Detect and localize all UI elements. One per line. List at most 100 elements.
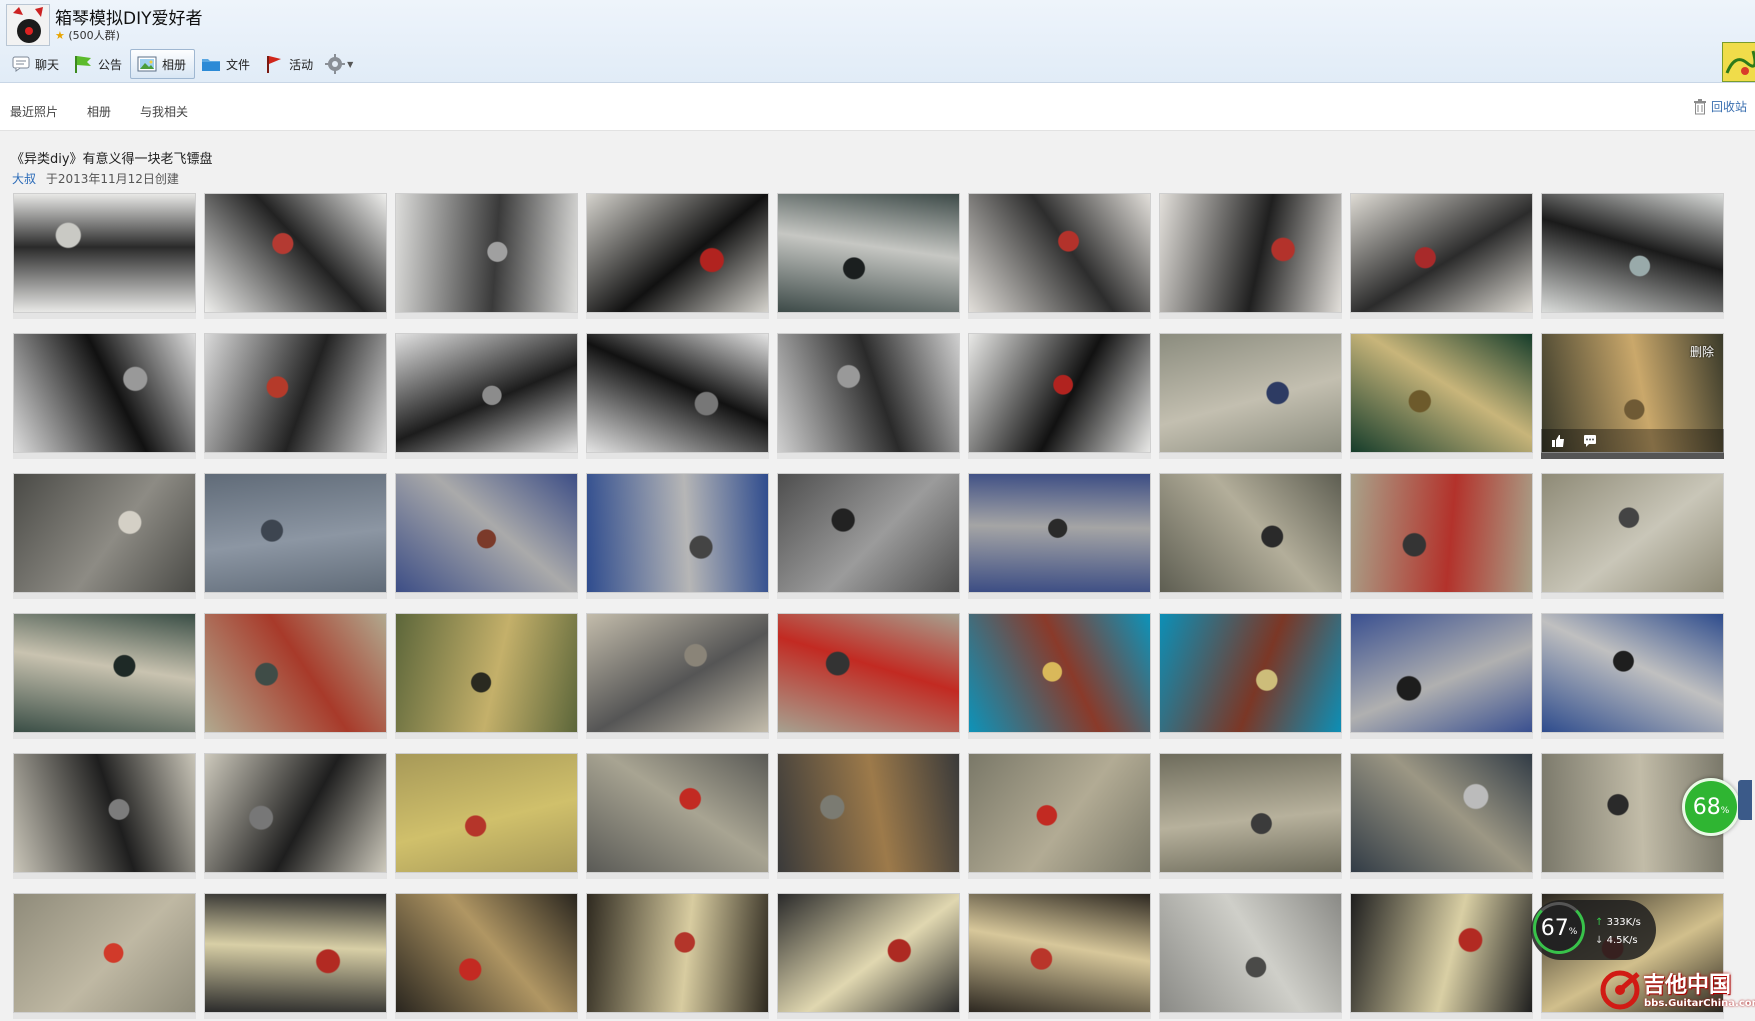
photo-thumbnail[interactable] (1159, 893, 1342, 1019)
photo-thumbnail[interactable] (13, 473, 196, 599)
photo-thumbnail[interactable] (13, 613, 196, 739)
tab-album[interactable]: 相册 (130, 49, 196, 79)
photo-thumbnail[interactable] (586, 753, 769, 879)
photo-thumbnail[interactable] (586, 893, 769, 1019)
photo-caption-bar (1350, 453, 1533, 459)
photo-thumbnail[interactable] (777, 753, 960, 879)
network-monitor[interactable]: 67% ↑ 333K/s ↓ 4.5K/s (1531, 900, 1656, 960)
photo-thumbnail[interactable] (968, 193, 1151, 319)
photo-thumbnail[interactable] (395, 753, 578, 879)
speed-side-tab[interactable] (1738, 780, 1752, 820)
photo-thumbnail[interactable] (777, 473, 960, 599)
photo-thumbnail[interactable] (968, 753, 1151, 879)
photo-thumbnail[interactable] (968, 893, 1151, 1019)
folder-icon (202, 59, 221, 71)
photo-caption-bar (1159, 593, 1342, 599)
photo-thumbnail[interactable] (1159, 193, 1342, 319)
photo-thumbnail[interactable] (586, 333, 769, 459)
photo-delete-button[interactable]: 删除 (1690, 343, 1714, 360)
photo-image (204, 613, 387, 733)
photo-thumbnail[interactable] (13, 193, 196, 319)
photo-caption-bar (1159, 313, 1342, 319)
photo-thumbnail[interactable] (777, 193, 960, 319)
photo-image (395, 193, 578, 313)
photo-thumbnail[interactable] (1541, 473, 1724, 599)
subnav-recent-photos[interactable]: 最近照片 (10, 103, 58, 120)
photo-thumbnail[interactable] (1350, 193, 1533, 319)
photo-thumbnail[interactable] (1350, 753, 1533, 879)
tab-announcement[interactable]: 公告 (67, 49, 130, 79)
photo-image (395, 753, 578, 873)
photo-thumbnail[interactable] (777, 893, 960, 1019)
photo-thumbnail[interactable] (1350, 333, 1533, 459)
photo-caption-bar (13, 593, 196, 599)
group-avatar[interactable] (6, 4, 50, 46)
photo-image (1159, 753, 1342, 873)
photo-caption-bar (1541, 593, 1724, 599)
photo-thumbnail[interactable] (13, 333, 196, 459)
photo-thumbnail[interactable] (586, 193, 769, 319)
settings-menu-button[interactable]: ▼ (321, 49, 357, 79)
photo-thumbnail[interactable] (395, 333, 578, 459)
photo-image (395, 613, 578, 733)
photo-thumbnail[interactable] (204, 193, 387, 319)
comment-icon[interactable] (1583, 434, 1597, 448)
photo-thumbnail[interactable] (777, 613, 960, 739)
photo-thumbnail[interactable] (586, 473, 769, 599)
photo-caption-bar (586, 593, 769, 599)
photo-caption-bar (13, 733, 196, 739)
photo-thumbnail[interactable] (204, 333, 387, 459)
photo-image (1159, 333, 1342, 453)
photo-thumbnail[interactable] (777, 333, 960, 459)
tab-activity[interactable]: 活动 (258, 49, 321, 79)
recycle-bin-link[interactable]: 回收站 (1693, 98, 1747, 115)
photo-caption-bar (586, 313, 769, 319)
photo-thumbnail[interactable] (1159, 753, 1342, 879)
subnav-albums[interactable]: 相册 (87, 103, 111, 120)
photo-thumbnail[interactable] (1350, 893, 1533, 1019)
photo-thumbnail[interactable] (968, 333, 1151, 459)
photo-thumbnail[interactable] (204, 613, 387, 739)
photo-thumbnail[interactable]: 删除 (1541, 333, 1724, 459)
photo-thumbnail[interactable] (13, 753, 196, 879)
photo-thumbnail[interactable] (968, 613, 1151, 739)
photo-thumbnail[interactable] (395, 473, 578, 599)
tab-chat[interactable]: 聊天 (6, 49, 67, 79)
watermark-url: bbs.GuitarChina.com (1644, 998, 1755, 1009)
photo-thumbnail[interactable] (204, 753, 387, 879)
photo-thumbnail[interactable] (395, 613, 578, 739)
photo-caption-bar (395, 733, 578, 739)
photo-thumbnail[interactable] (968, 473, 1151, 599)
photo-caption-bar (395, 313, 578, 319)
watermark-title: 吉他中国 (1643, 973, 1732, 998)
download-speed: ↓ 4.5K/s (1595, 935, 1638, 946)
subnav-related-to-me[interactable]: 与我相关 (140, 103, 188, 120)
photo-thumbnail[interactable] (1159, 613, 1342, 739)
tab-files[interactable]: 文件 (195, 49, 258, 79)
photo-thumbnail[interactable] (395, 893, 578, 1019)
photo-thumbnail[interactable] (1350, 613, 1533, 739)
photo-thumbnail[interactable] (1350, 473, 1533, 599)
album-author-link[interactable]: 大叔 (12, 172, 36, 186)
photo-caption-bar (777, 733, 960, 739)
photo-image (777, 893, 960, 1013)
upload-speed-value: 333 (1606, 917, 1626, 928)
photo-thumbnail[interactable] (204, 893, 387, 1019)
photo-thumbnail[interactable] (1541, 613, 1724, 739)
photo-thumbnail[interactable] (395, 193, 578, 319)
member-avatar[interactable] (1722, 42, 1755, 82)
thumbs-up-icon[interactable] (1551, 434, 1565, 448)
album-title: 《异类diy》有意义得一块老飞镖盘 (11, 152, 213, 167)
photo-thumbnail[interactable] (1159, 333, 1342, 459)
photo-thumbnail[interactable] (13, 893, 196, 1019)
photo-caption-bar (1541, 733, 1724, 739)
photo-thumbnail[interactable] (1541, 193, 1724, 319)
speed-badge[interactable]: 68% (1682, 778, 1740, 836)
photo-image (586, 613, 769, 733)
photo-thumbnail[interactable] (586, 613, 769, 739)
photo-thumbnail[interactable] (204, 473, 387, 599)
photo-image (13, 333, 196, 453)
photo-thumbnail[interactable] (1159, 473, 1342, 599)
photo-image (777, 613, 960, 733)
photo-action-bar (1541, 429, 1724, 453)
